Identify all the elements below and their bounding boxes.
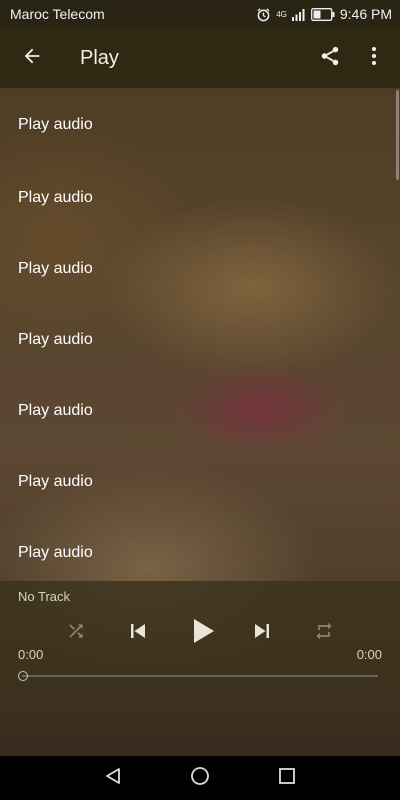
- status-bar: Maroc Telecom 4G 9:46 PM: [0, 0, 400, 28]
- alarm-icon: [256, 7, 271, 22]
- page-title: Play: [80, 46, 119, 69]
- player-controls: [0, 611, 400, 661]
- back-triangle-icon: [104, 767, 122, 790]
- audio-list: Play audio Play audio Play audio Play au…: [0, 88, 400, 588]
- seek-bar[interactable]: [22, 675, 378, 677]
- signal-icon: [291, 8, 306, 21]
- share-icon: [319, 45, 341, 72]
- nav-recents-button[interactable]: [267, 758, 307, 798]
- elapsed-time: 0:00: [18, 647, 44, 662]
- network-type: 4G: [276, 10, 287, 19]
- back-button[interactable]: [4, 28, 60, 88]
- repeat-button[interactable]: [310, 619, 338, 647]
- track-title: No Track: [18, 589, 71, 604]
- app-bar: Play: [0, 28, 400, 88]
- recents-square-icon: [278, 767, 296, 790]
- home-circle-icon: [190, 766, 210, 791]
- status-icons: 4G 9:46 PM: [256, 6, 392, 22]
- audio-player: No Track 0:00 0:00: [0, 581, 400, 691]
- next-icon: [250, 619, 274, 648]
- previous-icon: [126, 619, 150, 648]
- list-item[interactable]: Play audio: [0, 375, 400, 446]
- list-item[interactable]: Play audio: [0, 233, 400, 304]
- play-button[interactable]: [182, 613, 222, 653]
- nav-home-button[interactable]: [180, 758, 220, 798]
- shuffle-icon: [66, 621, 86, 646]
- shuffle-button[interactable]: [62, 619, 90, 647]
- list-item[interactable]: Play audio: [0, 446, 400, 517]
- seek-handle[interactable]: [18, 671, 28, 681]
- total-duration: 0:00: [356, 647, 382, 662]
- battery-icon: [310, 7, 335, 21]
- play-icon: [186, 615, 218, 652]
- more-options-button[interactable]: [352, 28, 396, 88]
- more-vert-icon: [371, 46, 377, 71]
- content-area: Play audio Play audio Play audio Play au…: [0, 88, 400, 756]
- list-item[interactable]: Play audio: [0, 304, 400, 375]
- back-arrow-icon: [21, 45, 43, 72]
- list-item[interactable]: Play audio: [0, 162, 400, 233]
- scrollbar[interactable]: [396, 90, 399, 180]
- share-button[interactable]: [308, 28, 352, 88]
- next-button[interactable]: [246, 617, 278, 649]
- carrier-name: Maroc Telecom: [10, 6, 105, 22]
- nav-back-button[interactable]: [93, 758, 133, 798]
- clock: 9:46 PM: [339, 6, 392, 22]
- list-item[interactable]: Play audio: [0, 517, 400, 588]
- repeat-icon: [314, 621, 334, 646]
- navigation-bar: [0, 756, 400, 800]
- previous-button[interactable]: [122, 617, 154, 649]
- list-item[interactable]: Play audio: [0, 88, 400, 162]
